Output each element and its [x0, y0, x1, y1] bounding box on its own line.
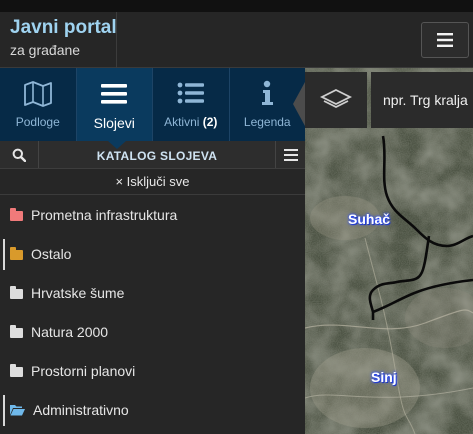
folder-icon: [10, 363, 23, 377]
tab-slojevi[interactable]: Slojevi: [76, 68, 153, 141]
app-title: Javni portal: [10, 17, 117, 38]
map-place-label: Sinj: [371, 369, 397, 385]
layer-group-name: Ostalo: [31, 245, 72, 262]
layer-group[interactable]: Ostalo: [0, 234, 305, 273]
search-icon: [12, 148, 26, 162]
layer-group-name: Prostorni planovi: [31, 362, 136, 379]
layer-group-name: Natura 2000: [31, 323, 109, 340]
folder-icon: [10, 324, 23, 338]
layer-group[interactable]: Natura 2000: [0, 312, 305, 351]
main-menu-button[interactable]: [421, 22, 469, 58]
panel-collapse-handle[interactable]: [293, 82, 305, 126]
layer-group-name: Hrvatske šume: [31, 284, 125, 301]
basemap-toggle-button[interactable]: [305, 72, 367, 128]
layers-list-icon: [101, 84, 128, 104]
layer-group[interactable]: Prostorni planovi: [0, 351, 305, 390]
header-divider: [116, 12, 117, 68]
map-icon: [23, 81, 52, 107]
tab-aktivni[interactable]: Aktivni (2): [153, 68, 230, 141]
layer-group-name: Administrativno: [33, 401, 129, 418]
layer-catalog-list: Prometna infrastruktura Ostalo Hrvatske …: [0, 195, 305, 434]
tab-label: Slojevi: [93, 115, 135, 131]
list-icon: [177, 82, 204, 104]
map-place-label: Suhač: [348, 211, 391, 227]
catalog-title: KATALOG SLOJEVA: [96, 149, 218, 163]
layer-group[interactable]: Prometna infrastruktura: [0, 195, 305, 234]
active-tab-caret: [108, 141, 126, 149]
tab-label-text: Aktivni: [164, 115, 200, 129]
folder-icon: [10, 285, 23, 299]
map-toolbar: [305, 72, 473, 128]
location-search[interactable]: [371, 72, 473, 128]
layers-stack-icon: [319, 88, 353, 109]
panel-tabs: Podloge Slojevi Aktivni (2) Legenda: [0, 68, 305, 141]
tab-label: Legenda: [243, 115, 291, 129]
brand[interactable]: Javni portal za građane: [10, 18, 117, 60]
tab-label: Aktivni (2): [164, 115, 217, 129]
app-header: Javni portal za građane: [0, 12, 473, 68]
layer-group[interactable]: Hrvatske šume: [0, 273, 305, 312]
app-subtitle: za građane: [10, 42, 81, 58]
folder-icon: [10, 207, 23, 221]
catalog-search-button[interactable]: [0, 141, 39, 168]
info-icon: [262, 80, 274, 105]
location-search-input[interactable]: [381, 91, 473, 109]
layer-group-name: Prometna infrastruktura: [31, 206, 178, 223]
hamburger-icon: [283, 148, 298, 161]
folder-open-icon: [10, 405, 25, 416]
catalog-menu-button[interactable]: [275, 141, 305, 168]
clear-all-layers-button[interactable]: × Isključi sve: [0, 169, 305, 195]
tab-podloge[interactable]: Podloge: [0, 68, 77, 141]
folder-icon: [10, 246, 23, 260]
tab-label: Podloge: [15, 115, 60, 129]
hamburger-icon: [437, 33, 453, 47]
status-strip: [0, 0, 473, 12]
catalog-toolbar: KATALOG SLOJEVA: [0, 141, 305, 169]
layer-group[interactable]: Administrativno: [0, 390, 305, 429]
active-count-badge: (2): [202, 115, 218, 129]
